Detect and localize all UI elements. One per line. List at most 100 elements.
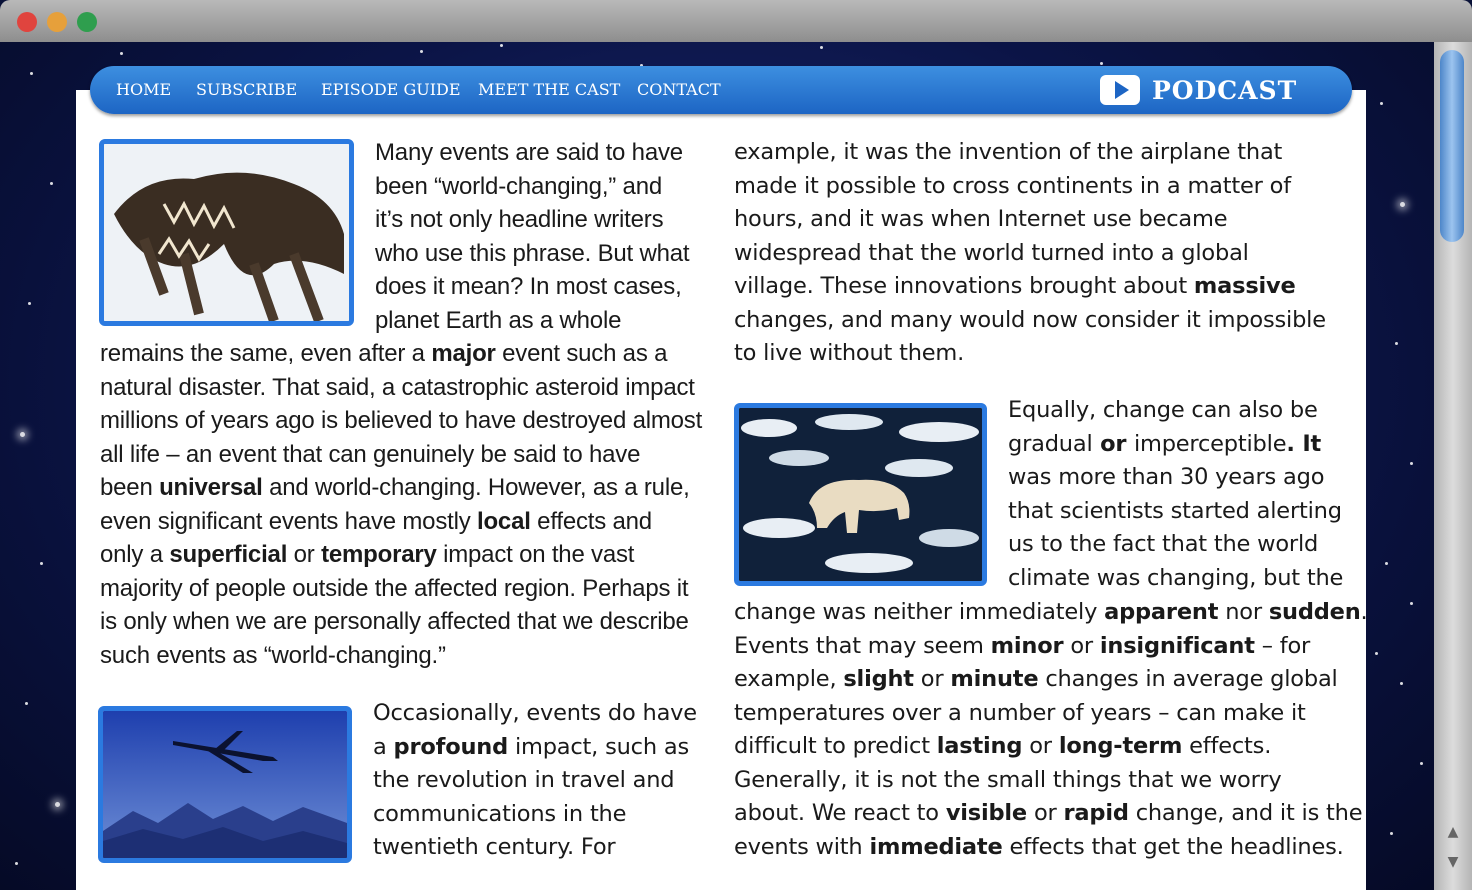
article-line: does it mean? In most cases, xyxy=(375,270,689,304)
dinosaur-skeleton-image xyxy=(99,139,354,326)
text-segment: the revolution in travel and xyxy=(373,767,675,793)
article-line: it’s not only headline writers xyxy=(375,203,689,237)
nav-subscribe-link[interactable]: SUBSCRIBE xyxy=(196,80,297,99)
text-segment: or xyxy=(287,541,322,568)
text-segment: such events as “world-changing.” xyxy=(100,641,446,669)
text-segment: Many events are said to have xyxy=(375,139,683,166)
vertical-scrollbar[interactable]: ▲ ▼ xyxy=(1434,42,1472,890)
article-line: Generally, it is not the small things th… xyxy=(734,764,1368,798)
star xyxy=(1385,562,1388,565)
star xyxy=(55,802,60,807)
text-segment: and world-changing. However, as a rule, xyxy=(262,474,690,501)
keyword: massive xyxy=(1193,273,1296,299)
scrollbar-thumb[interactable] xyxy=(1440,50,1464,242)
text-segment: is only when we are personally affected … xyxy=(100,608,689,635)
article-line: is only when we are personally affected … xyxy=(100,605,702,639)
text-segment: effects. xyxy=(1182,733,1272,759)
star xyxy=(1400,202,1405,207)
text-segment: been xyxy=(100,474,160,501)
keyword: slight xyxy=(843,666,914,692)
star xyxy=(1395,342,1398,345)
star xyxy=(120,52,123,55)
close-window-button[interactable] xyxy=(17,12,37,32)
article-line: gradual or imperceptible. It xyxy=(1008,428,1343,462)
nav-episode-guide-link[interactable]: EPISODE GUIDE xyxy=(321,80,461,99)
article-line: millions of years ago is believed to hav… xyxy=(100,404,702,438)
text-segment: been “world-changing,” and xyxy=(375,172,662,200)
text-segment: village. These innovations brought about xyxy=(734,273,1194,299)
article-line: remains the same, even after a major eve… xyxy=(100,337,702,371)
text-segment: Equally, change can also be xyxy=(1008,397,1318,423)
text-segment: remains the same, even after a xyxy=(100,340,432,367)
polar-bear-on-ice-icon xyxy=(739,408,982,581)
nav-contact-link[interactable]: CONTACT xyxy=(637,80,721,99)
text-segment: twentieth century. For xyxy=(373,834,616,860)
article-line: made it possible to cross continents in … xyxy=(734,170,1326,204)
article-line: natural disaster. That said, a catastrop… xyxy=(100,371,702,405)
col1-plane-text: Occasionally, events do have a profound i… xyxy=(373,697,697,865)
col2-top-text: example, it was the invention of the air… xyxy=(734,136,1326,371)
article-line: planet Earth as a whole xyxy=(375,304,689,338)
nav-meet-the-cast-link[interactable]: MEET THE CAST xyxy=(478,80,620,99)
article-line: change was neither immediately apparent … xyxy=(734,596,1368,630)
article-line: Events that may seem minor or insignific… xyxy=(734,630,1368,664)
star xyxy=(50,182,53,185)
article-line: example, it was the invention of the air… xyxy=(734,136,1326,170)
text-segment: gradual xyxy=(1008,430,1093,457)
minimize-window-button[interactable] xyxy=(47,12,67,32)
scroll-down-arrow-icon[interactable]: ▼ xyxy=(1434,850,1472,874)
star xyxy=(40,562,43,565)
text-segment: natural disaster. That said, a catastrop… xyxy=(100,373,695,401)
text-segment: temperatures over a number of years – ca… xyxy=(734,699,1306,726)
article-line: difficult to predict lasting or long-ter… xyxy=(734,730,1368,764)
zoom-window-button[interactable] xyxy=(77,12,97,32)
keyword: . It xyxy=(1286,430,1322,457)
keyword: minor xyxy=(990,632,1064,659)
col2-body-text: change was neither immediately apparent … xyxy=(734,596,1368,864)
text-segment: imperceptible xyxy=(1133,430,1287,457)
keyword: superficial xyxy=(169,541,288,568)
article-line: temperatures over a number of years – ca… xyxy=(734,697,1368,731)
keyword: visible xyxy=(945,800,1027,826)
keyword: sudden xyxy=(1268,599,1361,625)
scroll-up-arrow-icon[interactable]: ▲ xyxy=(1434,820,1472,844)
text-segment: to live without them. xyxy=(734,340,965,366)
star xyxy=(1410,602,1413,605)
star xyxy=(1420,762,1423,765)
podcast-button[interactable]: PODCAST xyxy=(1100,75,1297,105)
article-line: us to the fact that the world xyxy=(1008,528,1343,562)
article-line: hours, and it was when Internet use beca… xyxy=(734,203,1326,237)
star xyxy=(1410,462,1413,465)
nav-home-link[interactable]: HOME xyxy=(116,80,171,99)
keyword: major xyxy=(431,340,496,367)
star xyxy=(15,862,18,865)
star xyxy=(30,72,33,75)
article-line: Equally, change can also be xyxy=(1008,394,1343,428)
text-segment: made it possible to cross continents in … xyxy=(734,172,1291,199)
text-segment: or xyxy=(1063,632,1100,659)
text-segment: changes, and many would now consider it … xyxy=(734,306,1326,333)
star xyxy=(420,50,423,53)
keyword: or xyxy=(1092,430,1134,457)
text-segment: it’s not only headline writers xyxy=(375,206,664,233)
article-line: been universal and world-changing. Howev… xyxy=(100,471,702,505)
keyword: insignificant xyxy=(1099,632,1255,659)
dinosaur-skeleton-icon xyxy=(104,144,349,321)
text-segment: – for xyxy=(1254,632,1311,659)
text-segment: nor xyxy=(1218,599,1269,625)
article-line: even significant events have mostly loca… xyxy=(100,505,702,539)
text-segment: hours, and it was when Internet use beca… xyxy=(734,206,1228,232)
keyword: immediate xyxy=(869,833,1003,860)
text-segment: or xyxy=(1027,800,1064,826)
text-segment: communications in the xyxy=(373,800,627,827)
star xyxy=(1400,682,1403,685)
keyword: long-term xyxy=(1058,733,1183,759)
text-segment: event such as a xyxy=(495,340,668,367)
text-segment: that scientists started alerting xyxy=(1008,497,1342,524)
article-line: majority of people outside the affected … xyxy=(100,572,702,606)
article-line: village. These innovations brought about… xyxy=(734,270,1326,304)
text-segment: change was neither immediately xyxy=(734,599,1105,625)
text-segment: Events that may seem xyxy=(734,632,991,659)
article-line: climate was changing, but the xyxy=(1008,562,1343,596)
window-titlebar xyxy=(0,0,1472,42)
